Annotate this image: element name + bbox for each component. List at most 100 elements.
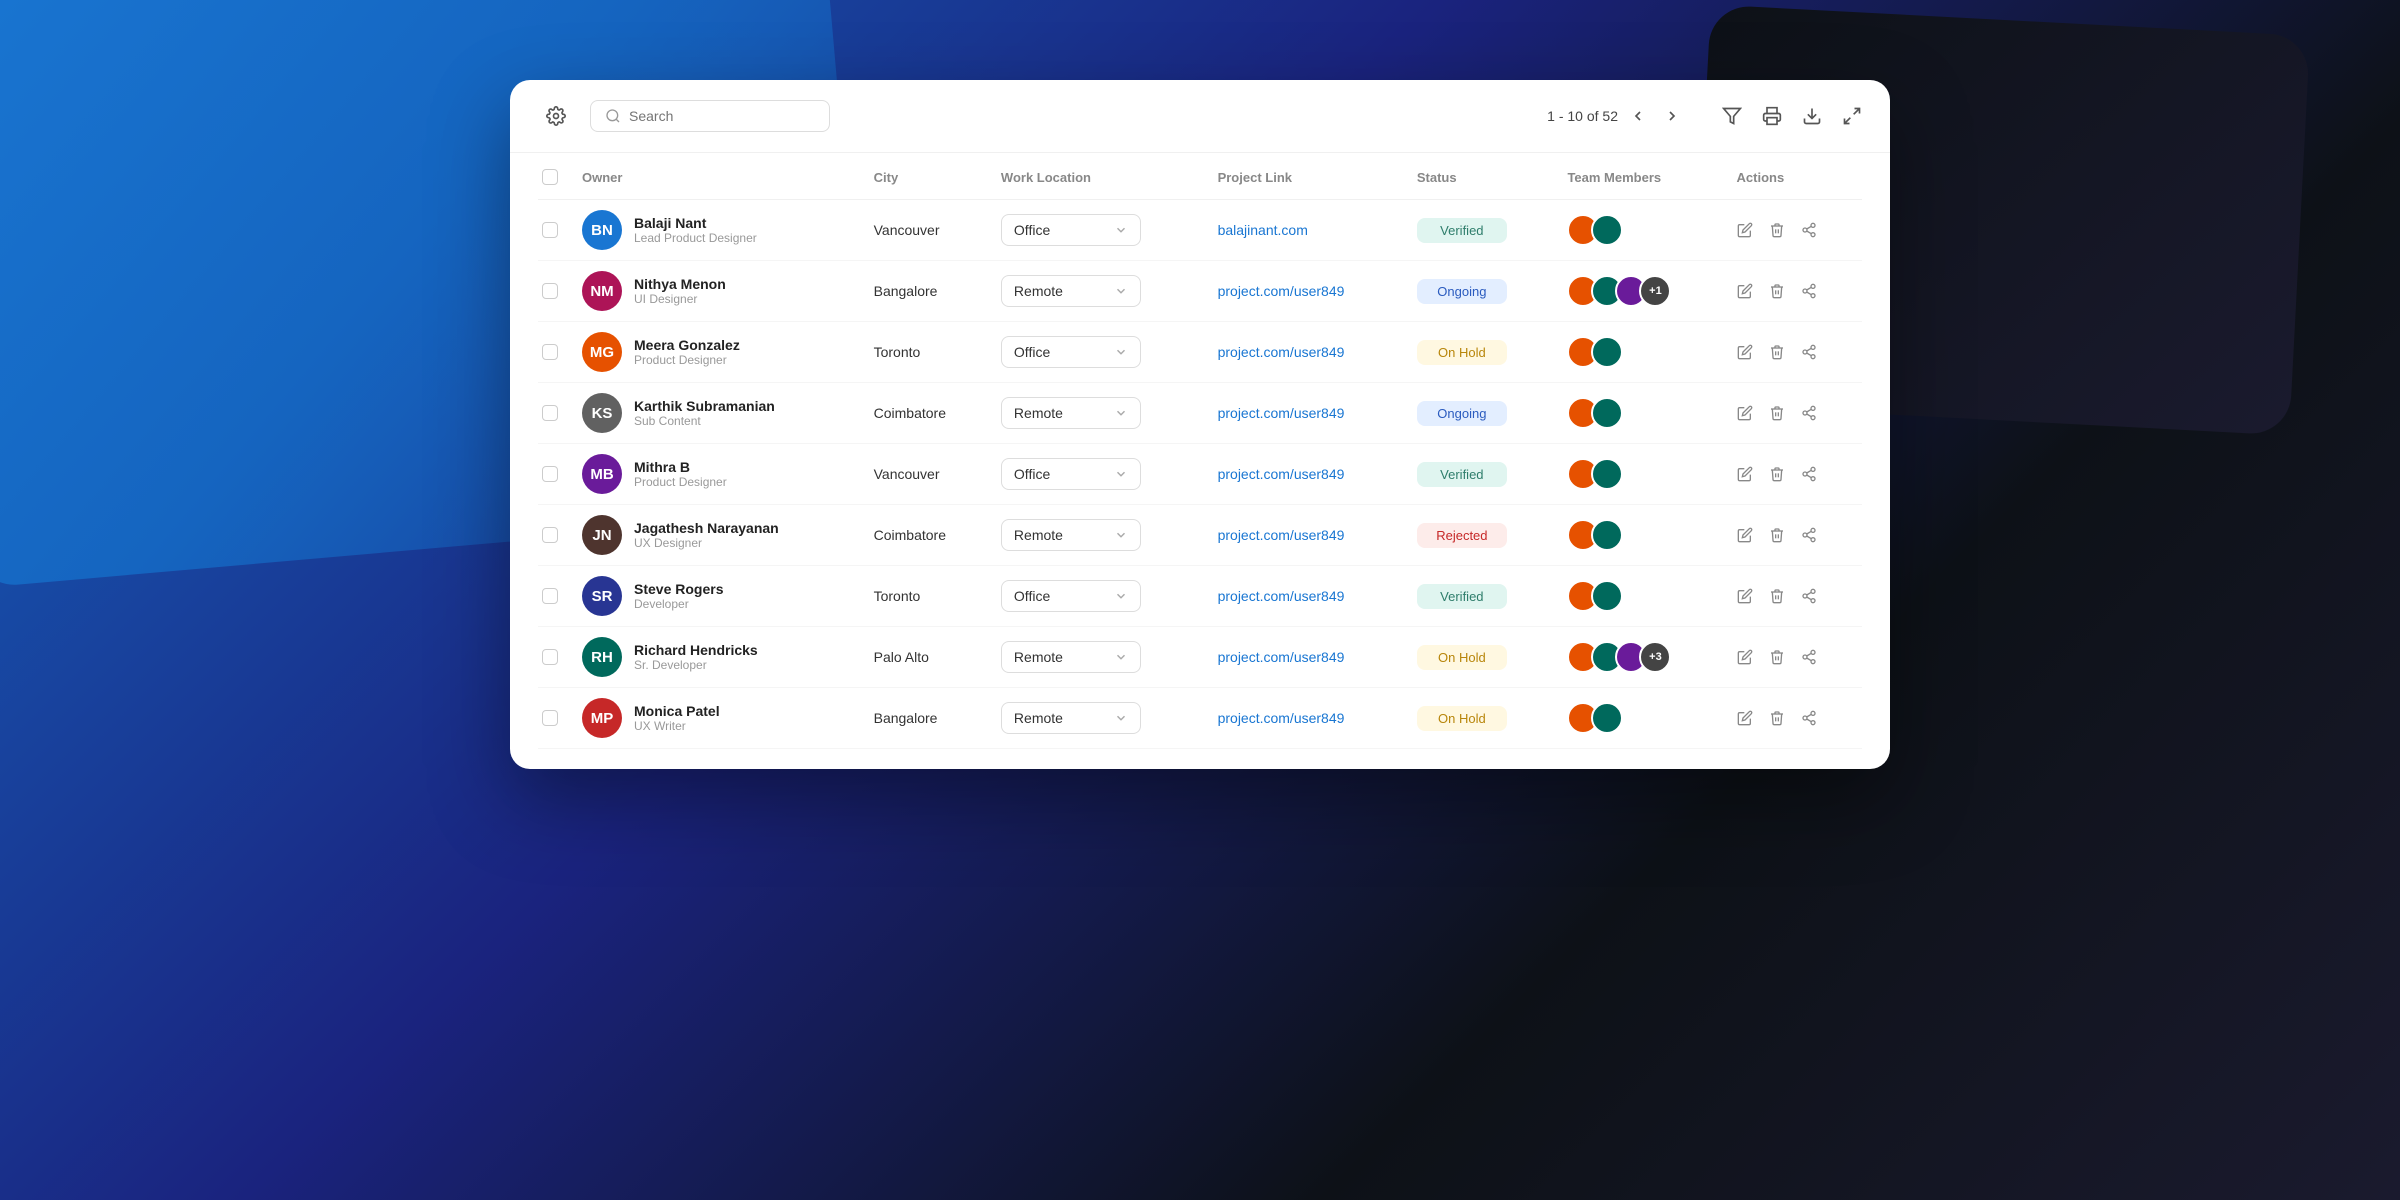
work-location-select[interactable]: Office [1001,458,1141,490]
edit-button[interactable] [1737,649,1753,665]
delete-button[interactable] [1769,466,1785,482]
edit-button[interactable] [1737,466,1753,482]
owner-info: Mithra B Product Designer [634,459,727,489]
prev-page-button[interactable] [1624,102,1652,130]
data-table: Owner City Work Location Project Link St… [538,153,1862,749]
delete-button[interactable] [1769,710,1785,726]
owner-info: Karthik Subramanian Sub Content [634,398,775,428]
work-location-select[interactable]: Remote [1001,397,1141,429]
team-avatar [1591,702,1623,734]
status-badge: Verified [1417,584,1507,609]
delete-button[interactable] [1769,283,1785,299]
next-page-button[interactable] [1658,102,1686,130]
work-location-select[interactable]: Remote [1001,275,1141,307]
project-link[interactable]: project.com/user849 [1218,588,1345,604]
owner-name: Nithya Menon [634,276,726,292]
owner-name: Monica Patel [634,703,720,719]
share-button[interactable] [1801,588,1817,604]
pagination: 1 - 10 of 52 [1547,102,1686,130]
row-checkbox-3[interactable] [542,405,558,421]
share-button[interactable] [1801,222,1817,238]
status-badge: On Hold [1417,340,1507,365]
table-row: KS Karthik Subramanian Sub Content Coimb… [538,383,1862,444]
row-checkbox-0[interactable] [542,222,558,238]
owner-name: Mithra B [634,459,727,475]
row-checkbox-8[interactable] [542,710,558,726]
owner-cell: MB Mithra B Product Designer [582,454,850,494]
project-link[interactable]: project.com/user849 [1218,405,1345,421]
owner-cell: JN Jagathesh Narayanan UX Designer [582,515,850,555]
select-all-checkbox[interactable] [542,169,558,185]
project-link[interactable]: project.com/user849 [1218,344,1345,360]
edit-button[interactable] [1737,222,1753,238]
edit-button[interactable] [1737,344,1753,360]
city-cell: Bangalore [862,688,989,749]
team-avatar [1591,580,1623,612]
work-location-select[interactable]: Office [1001,580,1141,612]
row-checkbox-5[interactable] [542,527,558,543]
edit-button[interactable] [1737,710,1753,726]
filter-button[interactable] [1722,106,1742,126]
owner-name: Meera Gonzalez [634,337,740,353]
edit-button[interactable] [1737,527,1753,543]
fullscreen-button[interactable] [1842,106,1862,126]
edit-button[interactable] [1737,405,1753,421]
work-location-select[interactable]: Office [1001,336,1141,368]
project-link[interactable]: project.com/user849 [1218,710,1345,726]
row-checkbox-4[interactable] [542,466,558,482]
download-button[interactable] [1802,106,1822,126]
search-input[interactable] [629,108,815,124]
share-button[interactable] [1801,527,1817,543]
row-checkbox-1[interactable] [542,283,558,299]
search-icon [605,108,621,124]
owner-role: Lead Product Designer [634,231,757,245]
team-avatars [1567,702,1712,734]
table-row: MG Meera Gonzalez Product Designer Toron… [538,322,1862,383]
work-location-select[interactable]: Remote [1001,519,1141,551]
owner-role: Product Designer [634,353,740,367]
team-avatars [1567,458,1712,490]
work-location-select[interactable]: Remote [1001,641,1141,673]
project-link[interactable]: project.com/user849 [1218,466,1345,482]
table-row: MP Monica Patel UX Writer Bangalore Remo… [538,688,1862,749]
project-link[interactable]: project.com/user849 [1218,649,1345,665]
work-location-select[interactable]: Office [1001,214,1141,246]
share-button[interactable] [1801,283,1817,299]
project-link[interactable]: project.com/user849 [1218,283,1345,299]
owner-info: Steve Rogers Developer [634,581,723,611]
owner-cell: BN Balaji Nant Lead Product Designer [582,210,850,250]
edit-button[interactable] [1737,283,1753,299]
delete-button[interactable] [1769,344,1785,360]
project-link[interactable]: project.com/user849 [1218,527,1345,543]
delete-button[interactable] [1769,588,1785,604]
team-avatars: +3 [1567,641,1712,673]
team-avatars [1567,580,1712,612]
delete-button[interactable] [1769,405,1785,421]
share-button[interactable] [1801,344,1817,360]
delete-button[interactable] [1769,222,1785,238]
print-button[interactable] [1762,106,1782,126]
work-location-value: Office [1014,344,1050,360]
search-box[interactable] [590,100,830,132]
delete-button[interactable] [1769,527,1785,543]
edit-button[interactable] [1737,588,1753,604]
work-location-select[interactable]: Remote [1001,702,1141,734]
share-button[interactable] [1801,466,1817,482]
row-checkbox-2[interactable] [542,344,558,360]
share-button[interactable] [1801,649,1817,665]
project-link[interactable]: balajinant.com [1218,222,1308,238]
settings-button[interactable] [538,98,574,134]
avatar: RH [582,637,622,677]
owner-name: Karthik Subramanian [634,398,775,414]
row-checkbox-7[interactable] [542,649,558,665]
col-work-location: Work Location [989,153,1206,200]
city-cell: Toronto [862,322,989,383]
team-avatars: +1 [1567,275,1712,307]
actions-cell [1737,649,1850,665]
delete-button[interactable] [1769,649,1785,665]
status-badge: On Hold [1417,645,1507,670]
actions-cell [1737,222,1850,238]
share-button[interactable] [1801,405,1817,421]
share-button[interactable] [1801,710,1817,726]
row-checkbox-6[interactable] [542,588,558,604]
